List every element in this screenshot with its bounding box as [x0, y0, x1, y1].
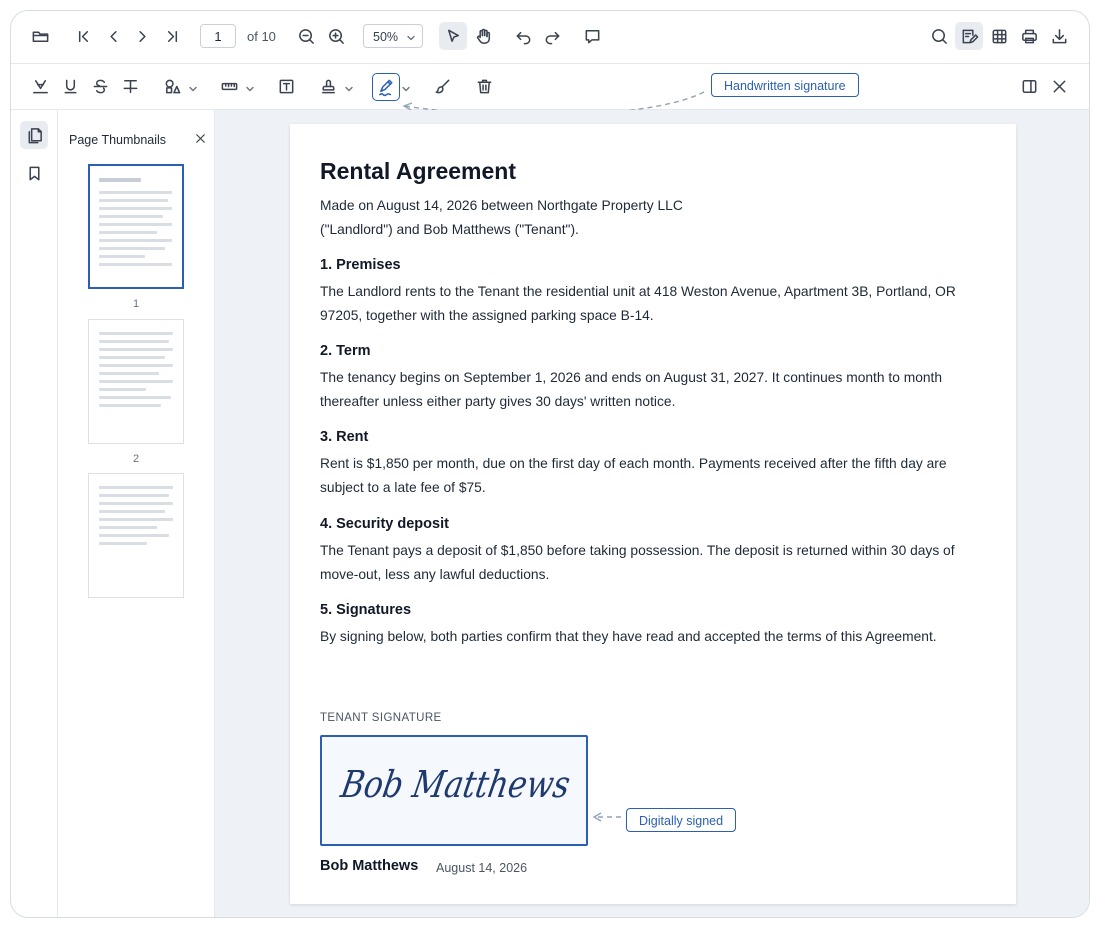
- signer-name: Bob Matthews: [320, 858, 419, 874]
- signature-icon[interactable]: [372, 73, 400, 101]
- annotation-toolbar: Handwritten signature: [11, 64, 1089, 116]
- main-toolbar: of 10 50%: [11, 11, 1089, 64]
- shapes-icon[interactable]: [158, 72, 186, 100]
- text-strike-icon[interactable]: [116, 72, 144, 100]
- section-heading: 3. Rent: [320, 429, 369, 445]
- page-thumbnail[interactable]: [88, 164, 184, 289]
- chevron-down-icon: [406, 32, 416, 42]
- handwritten-signature-callout: Handwritten signature: [711, 73, 859, 97]
- thumbnail-page-number: 2: [132, 453, 140, 465]
- undo-icon[interactable]: [509, 22, 537, 50]
- section-body: By signing below, both parties confirm t…: [320, 629, 937, 644]
- document-viewer[interactable]: Rental Agreement Made on August 14, 2026…: [215, 110, 1089, 917]
- zoom-in-icon[interactable]: [322, 22, 350, 50]
- signature-text: Bob Matthews: [337, 762, 574, 806]
- sidebar-rail: [11, 110, 58, 917]
- panel-toggle-icon[interactable]: [1015, 72, 1043, 100]
- page-number-input[interactable]: [200, 24, 236, 48]
- chevron-down-icon[interactable]: [344, 81, 354, 92]
- chevron-down-icon[interactable]: [188, 81, 198, 92]
- handwritten-signature: Bob Matthews: [337, 762, 574, 806]
- callout-leader-line: [592, 812, 621, 822]
- page-thumbnail[interactable]: [88, 319, 184, 444]
- pages-icon[interactable]: [20, 121, 48, 149]
- highlight-icon[interactable]: [26, 72, 54, 100]
- document-title: Rental Agreement: [320, 158, 516, 184]
- select-tool-icon[interactable]: [439, 22, 467, 50]
- close-panel-icon[interactable]: [188, 126, 212, 150]
- underline-icon[interactable]: [56, 72, 84, 100]
- comment-icon[interactable]: [578, 22, 606, 50]
- print-icon[interactable]: [1015, 22, 1043, 50]
- previous-page-icon[interactable]: [99, 22, 127, 50]
- panel-title: Page Thumbnails: [69, 133, 167, 147]
- section-heading: 1. Premises: [320, 257, 401, 273]
- table-icon[interactable]: [985, 22, 1013, 50]
- search-icon[interactable]: [925, 22, 953, 50]
- signature-label: TENANT SIGNATURE: [320, 712, 442, 724]
- redo-icon[interactable]: [538, 22, 566, 50]
- zoom-select[interactable]: 50%: [363, 24, 423, 48]
- bookmark-icon[interactable]: [20, 159, 48, 187]
- section-body: The Tenant pays a deposit of $1,850 befo…: [320, 543, 955, 582]
- section-body: The tenancy begins on September 1, 2026 …: [320, 370, 943, 409]
- page-thumbnail[interactable]: [88, 473, 184, 598]
- first-page-icon[interactable]: [69, 22, 97, 50]
- section-body: The Landlord rents to the Tenant the res…: [320, 284, 956, 323]
- thumbnail-page-number: 1: [132, 298, 140, 310]
- zoom-value: 50%: [373, 30, 399, 44]
- pdf-viewer-window: of 10 50%: [10, 10, 1090, 918]
- thumbnails-panel: Page Thumbnails 1 2: [58, 110, 215, 917]
- section-heading: 4. Security deposit: [320, 516, 449, 532]
- last-page-icon[interactable]: [158, 22, 186, 50]
- document-intro: Made on August 14, 2026 between Northgat…: [320, 198, 683, 237]
- measure-icon[interactable]: [215, 72, 243, 100]
- annotate-icon[interactable]: [955, 22, 983, 50]
- section-heading: 5. Signatures: [320, 602, 412, 618]
- signature-date: August 14, 2026: [436, 861, 528, 875]
- signature-field[interactable]: Bob Matthews: [320, 735, 588, 846]
- download-icon[interactable]: [1045, 22, 1073, 50]
- next-page-icon[interactable]: [128, 22, 156, 50]
- chevron-down-icon[interactable]: [245, 81, 255, 92]
- stamp-icon[interactable]: [314, 72, 342, 100]
- section-heading: 2. Term: [320, 343, 371, 359]
- folder-open-icon[interactable]: [26, 22, 54, 50]
- close-icon[interactable]: [1045, 72, 1073, 100]
- zoom-out-icon[interactable]: [292, 22, 320, 50]
- strikethrough-icon[interactable]: [86, 72, 114, 100]
- page-count: of 10: [247, 29, 276, 44]
- text-box-icon[interactable]: [272, 72, 300, 100]
- document-page: Rental Agreement Made on August 14, 2026…: [290, 124, 1016, 904]
- section-body: Rent is $1,850 per month, due on the fir…: [320, 456, 947, 495]
- digitally-signed-callout: Digitally signed: [626, 808, 737, 832]
- pan-tool-icon[interactable]: [469, 22, 497, 50]
